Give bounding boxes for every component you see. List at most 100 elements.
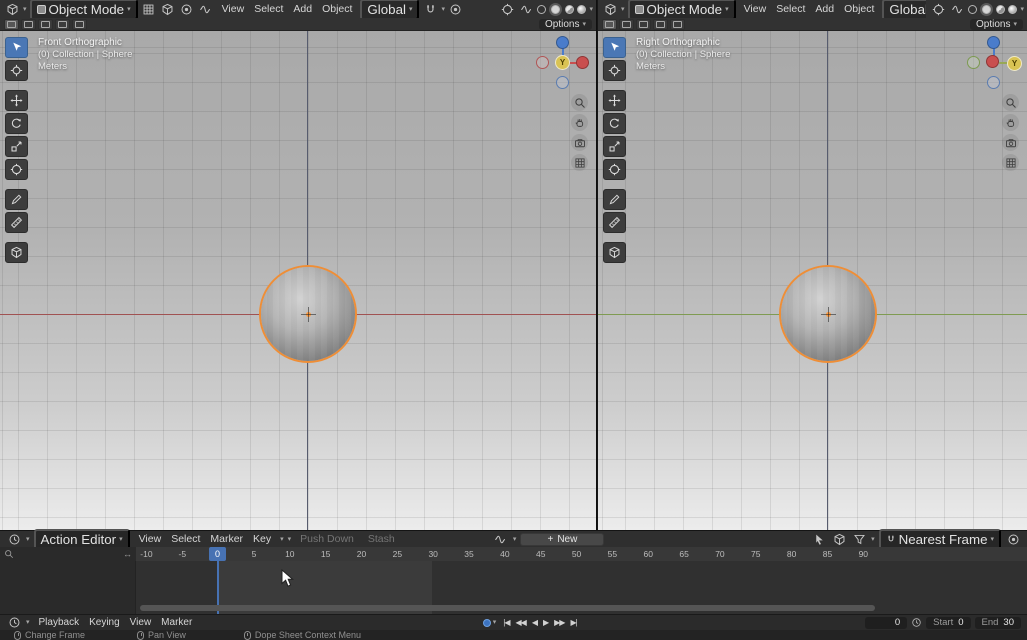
menu-item[interactable]: Marker — [205, 533, 248, 545]
transport-button[interactable]: |◀ — [500, 617, 512, 628]
zoom-icon[interactable] — [1002, 94, 1019, 111]
viewport-front[interactable]: ▾ Object Mode▾ ViewSelectAddObject Globa… — [0, 0, 597, 530]
proportional-editing-icon[interactable] — [1005, 532, 1021, 546]
toggle-icon[interactable] — [619, 19, 634, 30]
options-button[interactable]: Options▾ — [539, 19, 592, 30]
menu-item[interactable]: Select — [249, 3, 288, 15]
browse-action-icon[interactable] — [493, 532, 509, 546]
tool-rotate[interactable] — [5, 113, 28, 134]
horizontal-scrollbar[interactable] — [140, 605, 875, 611]
tool-scale[interactable] — [5, 136, 28, 157]
show-gizmo-icon[interactable] — [930, 2, 946, 16]
navigation-gizmo[interactable]: Y — [967, 36, 1021, 90]
tool-measure[interactable] — [603, 212, 626, 233]
tool-add-cube[interactable] — [603, 242, 626, 263]
solid-shading-button[interactable] — [551, 5, 560, 14]
editor-type-button[interactable] — [602, 2, 618, 16]
snap-magnet-icon[interactable] — [422, 2, 438, 16]
tool-cursor[interactable] — [603, 60, 626, 81]
grease-pencil-icon[interactable] — [141, 2, 157, 16]
tool-cursor[interactable] — [5, 60, 28, 81]
toggle-icon[interactable] — [38, 19, 53, 30]
tool-transform[interactable] — [603, 159, 626, 180]
sphere-object[interactable] — [261, 267, 355, 361]
stash-button[interactable]: Stash — [363, 533, 400, 545]
tool-transform[interactable] — [5, 159, 28, 180]
current-frame-indicator[interactable]: 0 — [209, 547, 226, 561]
toggle-icon[interactable] — [21, 19, 36, 30]
tool-annotate[interactable] — [5, 189, 28, 210]
tool-move[interactable] — [603, 90, 626, 111]
dopesheet-canvas[interactable] — [0, 561, 1027, 614]
toggle-icon[interactable] — [670, 19, 685, 30]
tool-measure[interactable] — [5, 212, 28, 233]
menu-item[interactable]: Add — [810, 3, 839, 15]
menu-item[interactable]: Marker — [156, 617, 197, 628]
push-down-button[interactable]: Push Down — [295, 533, 359, 545]
camera-icon[interactable] — [571, 134, 588, 151]
gizmo-axis-x-front[interactable] — [986, 55, 999, 68]
menu-item[interactable]: Add — [288, 3, 317, 15]
menu-item[interactable]: View — [217, 3, 250, 15]
origins-icon[interactable] — [160, 2, 176, 16]
gizmo-axis-y-hovered[interactable]: Y — [1007, 56, 1022, 71]
auto-keying-toggle[interactable]: ▾ — [483, 619, 497, 627]
gizmo-axis-z-negative[interactable] — [556, 76, 569, 89]
curve-icon[interactable] — [198, 2, 214, 16]
transport-button[interactable]: ▶| — [567, 617, 579, 628]
gizmo-axis-x-negative[interactable] — [536, 56, 549, 69]
ortho-grid-icon[interactable] — [571, 154, 588, 171]
mode-dropdown[interactable]: Object Mode▾ — [30, 0, 138, 18]
toggle-icon[interactable] — [4, 19, 19, 30]
toggle-icon[interactable] — [72, 19, 87, 30]
pan-hand-icon[interactable] — [571, 114, 588, 131]
mode-dropdown[interactable]: Object Mode▾ — [628, 0, 736, 18]
material-shading-button[interactable] — [565, 5, 574, 14]
viewport-right-view[interactable]: ▾ Object Mode▾ ViewSelectAddObject Globa… — [598, 0, 1027, 530]
menu-item[interactable]: View — [125, 617, 157, 628]
gizmo-axis-z-positive[interactable] — [987, 36, 1000, 49]
start-frame-field[interactable]: Start0 — [926, 617, 970, 629]
toggle-icon[interactable] — [602, 19, 617, 30]
orientation-dropdown[interactable]: Global▾ — [360, 0, 419, 18]
gizmo-axis-y-negative[interactable] — [967, 56, 980, 69]
zoom-icon[interactable] — [571, 94, 588, 111]
wireframe-shading-button[interactable] — [537, 5, 546, 14]
expand-icon[interactable]: ↔ — [123, 549, 132, 559]
transport-button[interactable]: ◀◀ — [513, 617, 529, 628]
proportional-falloff-icon[interactable] — [179, 2, 195, 16]
viewport-canvas[interactable] — [0, 31, 596, 530]
camera-icon[interactable] — [1002, 134, 1019, 151]
menu-item[interactable]: View — [739, 3, 772, 15]
navigation-gizmo[interactable]: Y — [536, 36, 590, 90]
current-frame-field[interactable]: 0 — [865, 617, 907, 629]
overlays-icon[interactable] — [518, 2, 534, 16]
menu-item[interactable]: Object — [839, 3, 879, 15]
tool-add-cube[interactable] — [5, 242, 28, 263]
gizmo-axis-z-negative[interactable] — [987, 76, 1000, 89]
options-button[interactable]: Options▾ — [970, 19, 1023, 30]
gizmo-axis-y-hovered[interactable]: Y — [555, 55, 570, 70]
rendered-shading-button[interactable] — [1008, 5, 1017, 14]
tool-rotate[interactable] — [603, 113, 626, 134]
sphere-object[interactable] — [781, 267, 875, 361]
channel-region[interactable] — [0, 561, 136, 614]
tool-annotate[interactable] — [603, 189, 626, 210]
show-hidden-icon[interactable] — [831, 532, 847, 546]
tool-tweak-select[interactable] — [5, 37, 28, 58]
editor-type-button[interactable] — [4, 2, 20, 16]
proportional-editing-icon[interactable] — [448, 2, 464, 16]
toggle-icon[interactable] — [653, 19, 668, 30]
gizmo-axis-x-positive[interactable] — [576, 56, 589, 69]
material-shading-button[interactable] — [996, 5, 1005, 14]
transport-button[interactable]: ▶ — [540, 617, 551, 628]
tool-scale[interactable] — [603, 136, 626, 157]
wireframe-shading-button[interactable] — [968, 5, 977, 14]
gizmo-axis-z-positive[interactable] — [556, 36, 569, 49]
only-selected-icon[interactable] — [811, 532, 827, 546]
timeline-editor-icon[interactable] — [6, 616, 22, 630]
menu-item[interactable]: Key — [248, 533, 276, 545]
viewport-canvas[interactable] — [598, 31, 1027, 530]
ortho-grid-icon[interactable] — [1002, 154, 1019, 171]
menu-item[interactable]: Select — [771, 3, 810, 15]
